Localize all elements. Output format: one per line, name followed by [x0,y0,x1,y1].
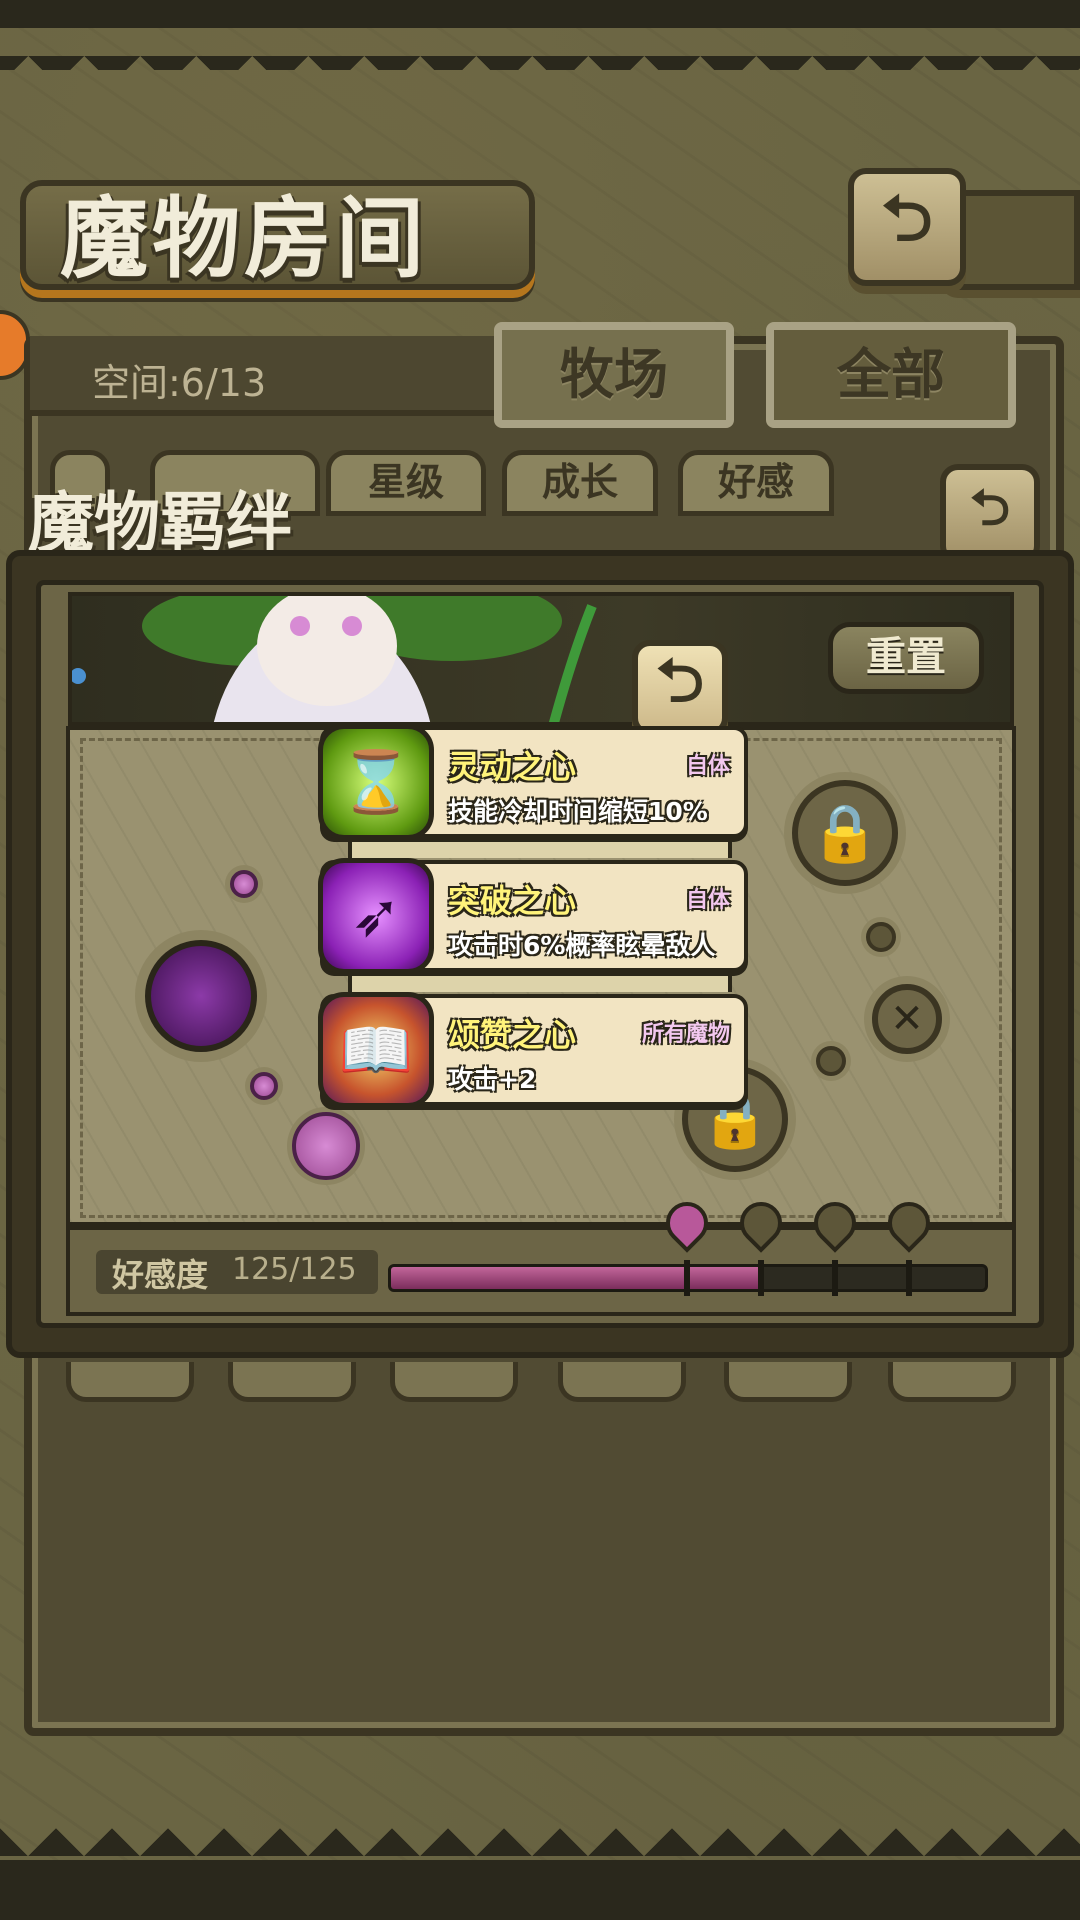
book-icon: 📖 [318,992,434,1108]
close-button[interactable]: ⮌ [632,640,728,736]
top-border [0,0,1080,70]
skill-card[interactable]: 📖 颂赞之心 所有魔物 攻击+2 [318,992,748,1108]
hourglass-icon: ⌛ [318,724,434,840]
skill-name: 灵动之心 [448,748,577,786]
skill-name: 颂赞之心 [448,1016,577,1054]
affinity-tick [906,1260,912,1296]
skill-card[interactable]: ➶ 突破之心 自体 攻击时6%概率眩晕敌人 [318,858,748,974]
affinity-tick [684,1260,690,1296]
bottom-tab-4[interactable] [558,1362,686,1402]
bond-node-small[interactable] [230,870,258,898]
bond-node-small[interactable] [250,1072,278,1100]
bottom-tab-5[interactable] [724,1362,852,1402]
filter-growth[interactable]: 成长 [502,450,658,516]
back-button[interactable]: ⮌ [848,168,966,286]
bond-node-small[interactable] [866,922,896,952]
space-count: 空间:6/13 [92,361,267,405]
page-title: 魔物房间 [60,186,429,290]
skill-scope: 自体 [685,754,730,779]
bottom-tab-3[interactable] [390,1362,518,1402]
skill-desc: 攻击+2 [448,1065,537,1094]
x-icon: ✕ [890,996,924,1042]
skill-card[interactable]: ⌛ 灵动之心 自体 技能冷却时间缩短10% [318,724,748,840]
bottom-border [0,1800,1080,1920]
bond-node-medium[interactable] [292,1112,360,1180]
filter-star[interactable]: 星级 [326,450,486,516]
bond-node-small[interactable] [816,1046,846,1076]
tab-ranch[interactable]: 牧场 [494,322,734,428]
affinity-label: 好感度 [112,1256,209,1294]
bond-node-arrows[interactable] [145,940,257,1052]
skill-scope: 自体 [685,888,730,913]
filter-affection[interactable]: 好感 [678,450,834,516]
affinity-tick [758,1260,764,1296]
affinity-value: 125/125 [232,1252,357,1287]
reset-button[interactable]: 重置 [828,622,984,694]
bottom-tab-2[interactable] [228,1362,356,1402]
affinity-tick [832,1260,838,1296]
skill-name: 突破之心 [448,882,577,920]
return-arrow-icon: ⮌ [655,646,705,716]
skill-scope: 所有魔物 [641,1022,730,1047]
skill-desc: 技能冷却时间缩短10% [448,797,708,826]
return-arrow-icon: ⮌ [969,478,1011,537]
bond-back-button[interactable]: ⮌ [940,464,1040,564]
skill-desc: 攻击时6%概率眩晕敌人 [448,931,716,960]
return-arrow-icon: ⮌ [881,182,933,256]
tab-all[interactable]: 全部 [766,322,1016,428]
arrows-icon: ➶ [318,858,434,974]
bottom-tab-1[interactable] [66,1362,194,1402]
locked-node[interactable]: 🔒 [792,780,898,886]
bottom-tab-6[interactable] [888,1362,1016,1402]
affinity-fill [391,1267,760,1289]
lock-icon: 🔒 [810,801,880,866]
locked-node-x[interactable]: ✕ [872,984,942,1054]
